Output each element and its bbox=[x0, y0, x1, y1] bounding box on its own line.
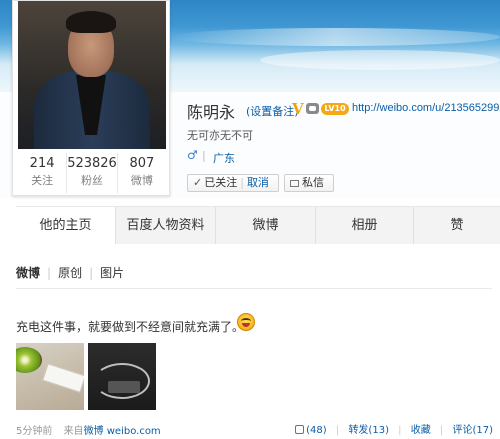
stat-posts[interactable]: 807 微博 bbox=[118, 153, 166, 193]
filter-all[interactable]: 微博 bbox=[16, 264, 40, 281]
stat-value: 214 bbox=[29, 156, 55, 171]
profile-tabs: 他的主页 百度人物资料 微博 相册 赞 bbox=[16, 206, 500, 245]
banner-cloud bbox=[170, 28, 500, 46]
thumbs-up-icon bbox=[295, 425, 305, 434]
unfollow-link[interactable]: 取消 bbox=[247, 176, 269, 189]
post-source-link[interactable]: 微博 weibo.com bbox=[84, 426, 161, 437]
action-separator: | bbox=[439, 425, 444, 436]
profile-name: 陈明永 bbox=[187, 103, 236, 122]
comment-button[interactable]: 评论(17) bbox=[452, 425, 493, 436]
tab-home[interactable]: 他的主页 bbox=[16, 207, 116, 245]
tab-weibo[interactable]: 微博 bbox=[216, 207, 316, 245]
level-badge[interactable]: LV10 bbox=[321, 103, 349, 115]
avatar[interactable] bbox=[18, 1, 166, 149]
member-icon[interactable] bbox=[306, 103, 319, 114]
check-icon: ✓ bbox=[193, 176, 203, 189]
filter-images[interactable]: 图片 bbox=[100, 264, 124, 281]
banner-cloud bbox=[260, 50, 500, 70]
post-meta: 5分钟前 来自微博 weibo.com bbox=[16, 422, 161, 437]
set-remark-link[interactable]: (设置备注) bbox=[246, 103, 299, 119]
phone-shape bbox=[42, 363, 84, 393]
post-text: 充电这件事，就要做到不经意间就充满了。 bbox=[16, 320, 245, 334]
post-image[interactable] bbox=[88, 343, 156, 410]
favorite-button[interactable]: 收藏 bbox=[411, 425, 431, 436]
filter-separator: | bbox=[47, 266, 52, 280]
like-count: (48) bbox=[306, 425, 327, 436]
male-icon: ♂ bbox=[187, 148, 198, 162]
repost-button[interactable]: 转发(13) bbox=[348, 425, 389, 436]
tab-likes[interactable]: 赞 bbox=[414, 207, 500, 245]
tab-album[interactable]: 相册 bbox=[316, 207, 414, 245]
action-separator: | bbox=[398, 425, 402, 436]
like-button[interactable]: (48) bbox=[295, 425, 327, 436]
divider bbox=[16, 288, 492, 289]
location-link[interactable]: 广东 bbox=[213, 150, 235, 166]
kiwi-shape bbox=[16, 347, 42, 373]
laughing-emoji-icon bbox=[237, 313, 255, 331]
avatar-card: 214 关注 523826 粉丝 807 微博 bbox=[12, 0, 170, 196]
stat-value: 523826 bbox=[67, 156, 117, 171]
info-separator: | bbox=[202, 149, 206, 162]
message-button[interactable]: 私信 bbox=[284, 174, 334, 192]
post-image[interactable] bbox=[16, 343, 84, 410]
post-time[interactable]: 5分钟前 bbox=[16, 426, 52, 437]
post-actions: (48) | 转发(13) | 收藏 | 评论(17) bbox=[295, 421, 493, 436]
profile-bio: 无可亦无不可 bbox=[187, 129, 253, 142]
profile-url-link[interactable]: http://weibo.com/u/2135652992 bbox=[352, 102, 500, 114]
button-separator: | bbox=[240, 176, 244, 189]
charger-shape bbox=[108, 381, 140, 393]
followed-label: 已关注 bbox=[204, 176, 238, 189]
stat-label: 微博 bbox=[130, 174, 153, 187]
message-label: 私信 bbox=[302, 176, 324, 189]
stat-label: 粉丝 bbox=[81, 174, 103, 187]
tab-baidu-profile[interactable]: 百度人物资料 bbox=[116, 207, 216, 245]
profile-stats: 214 关注 523826 粉丝 807 微博 bbox=[18, 153, 166, 193]
avatar-hair bbox=[66, 11, 116, 33]
stat-label: 关注 bbox=[31, 174, 54, 187]
envelope-icon bbox=[290, 180, 299, 187]
action-separator: | bbox=[335, 425, 340, 436]
stat-following[interactable]: 214 关注 bbox=[18, 153, 68, 193]
filter-original[interactable]: 原创 bbox=[58, 264, 82, 281]
stat-followers[interactable]: 523826 粉丝 bbox=[67, 153, 118, 193]
filter-separator: | bbox=[89, 266, 94, 280]
followed-button[interactable]: ✓ 已关注 | 取消 bbox=[187, 174, 279, 192]
source-prefix: 来自 bbox=[63, 426, 84, 437]
feed-filter: 微博 | 原创 | 图片 bbox=[16, 264, 124, 281]
verified-icon[interactable]: V bbox=[292, 100, 304, 118]
stat-value: 807 bbox=[129, 156, 155, 171]
